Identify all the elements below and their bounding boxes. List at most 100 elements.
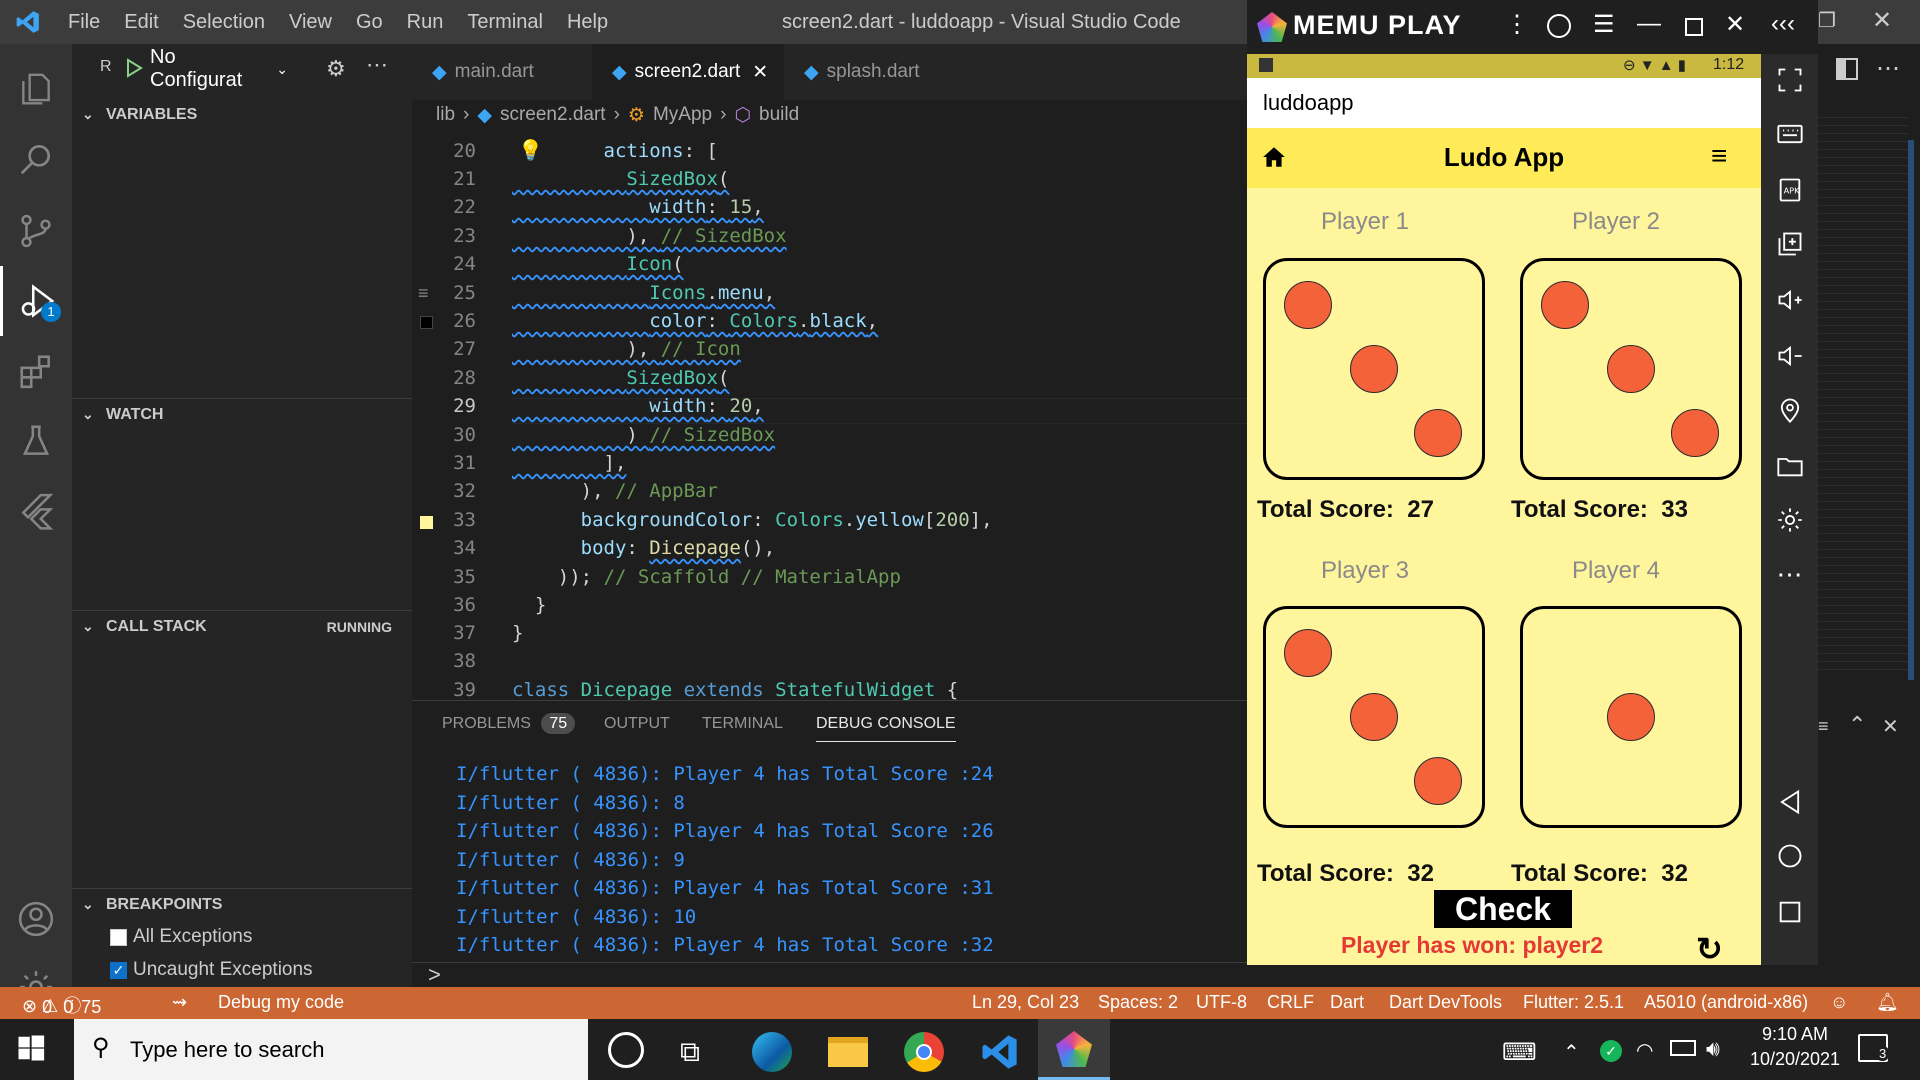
player-4-die[interactable] xyxy=(1520,606,1742,828)
testing-icon[interactable] xyxy=(0,406,72,476)
flutter-version[interactable]: Flutter: 2.5.1 xyxy=(1523,992,1624,1013)
file-explorer-icon[interactable] xyxy=(828,1037,868,1067)
vscode-restore-icon[interactable]: ❐ xyxy=(1818,8,1858,38)
check-button[interactable]: Check xyxy=(1434,890,1572,928)
run-debug-icon[interactable]: 1 xyxy=(0,266,72,336)
minimap[interactable] xyxy=(1818,110,1908,670)
memu-close-icon[interactable]: ✕ xyxy=(1725,10,1745,39)
edge-icon[interactable] xyxy=(752,1032,792,1072)
tab-splash-dart[interactable]: ◆ splash.dart xyxy=(784,44,974,100)
chrome-icon[interactable] xyxy=(904,1032,944,1072)
breadcrumb-item[interactable]: lib xyxy=(436,104,455,126)
location-icon[interactable] xyxy=(1761,390,1818,430)
refresh-icon[interactable]: ↻ xyxy=(1696,930,1723,968)
multi-window-icon[interactable] xyxy=(1761,224,1818,264)
notifications-bell-icon[interactable]: 🔔︎ xyxy=(1876,992,1899,1013)
debug-config-select[interactable]: No Configurat ⌄ xyxy=(150,46,288,91)
variables-section-header[interactable]: ⌄ VARIABLES xyxy=(72,100,412,130)
clock[interactable]: 9:10 AM 10/20/2021 xyxy=(1740,1024,1850,1070)
wifi-icon[interactable]: ◠ xyxy=(1636,1038,1653,1063)
tab-output[interactable]: OUTPUT xyxy=(604,715,670,733)
breadcrumb-item[interactable]: screen2.dart xyxy=(500,104,606,126)
memu-menu-icon[interactable]: ☰ xyxy=(1593,10,1615,39)
volume-icon[interactable]: 🔊︎ xyxy=(1706,1036,1720,1062)
eol[interactable]: CRLF xyxy=(1267,992,1314,1013)
watch-section-header[interactable]: ⌄ WATCH xyxy=(72,400,412,430)
problems-status[interactable]: ⊗ 0 ⚠ 0 ⓘ 75 xyxy=(22,992,101,1018)
start-debugging-icon[interactable] xyxy=(122,56,148,82)
more-actions-icon[interactable]: ⋯ xyxy=(366,52,388,78)
feedback-icon[interactable]: ☺ xyxy=(1830,992,1848,1013)
android-home-icon[interactable] xyxy=(1761,836,1818,876)
call-stack-section-header[interactable]: ⌄ CALL STACK RUNNING xyxy=(72,612,412,642)
breakpoints-section-header[interactable]: ⌄ BREAKPOINTS xyxy=(72,890,412,920)
android-recents-icon[interactable] xyxy=(1761,892,1818,932)
tab-screen2-dart[interactable]: ◆ screen2.dart ✕ xyxy=(592,44,784,100)
debug-status-icon[interactable]: ⇝ xyxy=(172,992,187,1013)
bp-all-exceptions[interactable]: All Exceptions xyxy=(110,926,252,948)
menu-edit[interactable]: Edit xyxy=(112,0,170,44)
console-prompt[interactable]: > xyxy=(428,962,441,988)
menu-file[interactable]: File xyxy=(56,0,112,44)
account-icon[interactable] xyxy=(0,884,72,954)
tab-main-dart[interactable]: ◆ main.dart xyxy=(412,44,592,100)
breadcrumb-item[interactable]: MyApp xyxy=(653,104,712,126)
windows-start-icon[interactable] xyxy=(16,1033,50,1067)
bp-uncaught-exceptions[interactable]: ✓ Uncaught Exceptions xyxy=(110,959,313,981)
close-tab-icon[interactable]: ✕ xyxy=(752,61,768,84)
checkbox-checked[interactable]: ✓ xyxy=(110,961,127,979)
android-back-icon[interactable] xyxy=(1761,782,1818,822)
menu-go[interactable]: Go xyxy=(344,0,395,44)
player-1-die[interactable] xyxy=(1263,258,1485,480)
fullscreen-icon[interactable] xyxy=(1761,60,1818,100)
vscode-taskbar-icon[interactable] xyxy=(980,1032,1020,1072)
extensions-icon[interactable] xyxy=(0,336,72,406)
more-tools-icon[interactable]: ⋯ xyxy=(1761,554,1818,594)
dart-devtools[interactable]: Dart DevTools xyxy=(1389,992,1502,1013)
memu-maximize-icon[interactable] xyxy=(1685,18,1703,36)
flutter-icon[interactable] xyxy=(0,476,72,546)
menu-view[interactable]: View xyxy=(277,0,344,44)
cortana-icon[interactable] xyxy=(608,1032,644,1068)
memu-taskbar-active[interactable] xyxy=(1038,1019,1110,1080)
memu-minimize-icon[interactable]: — xyxy=(1637,10,1661,38)
vscode-close-icon[interactable]: ✕ xyxy=(1872,6,1912,36)
breadcrumb-item[interactable]: build xyxy=(759,104,799,126)
language-mode[interactable]: Dart xyxy=(1330,992,1364,1013)
notification-center-icon[interactable]: 3 xyxy=(1858,1034,1890,1062)
menu-terminal[interactable]: Terminal xyxy=(455,0,555,44)
memu-more-icon[interactable]: ⋮ xyxy=(1505,10,1529,39)
debug-status[interactable]: Debug my code xyxy=(218,992,344,1013)
menu-selection[interactable]: Selection xyxy=(171,0,277,44)
apk-icon[interactable]: APK xyxy=(1761,170,1818,210)
security-check-icon[interactable]: ✓ xyxy=(1600,1040,1622,1062)
source-control-icon[interactable] xyxy=(0,196,72,266)
panel-clear-icon[interactable]: ≡ xyxy=(1818,716,1829,737)
menu-icon[interactable]: ≡ xyxy=(1711,140,1727,172)
debug-settings-gear-icon[interactable]: ⚙ xyxy=(326,56,346,82)
cursor-position[interactable]: Ln 29, Col 23 xyxy=(972,992,1079,1013)
search-icon[interactable] xyxy=(0,124,72,194)
menu-run[interactable]: Run xyxy=(395,0,456,44)
indent-spaces[interactable]: Spaces: 2 xyxy=(1098,992,1178,1013)
volume-up-icon[interactable] xyxy=(1761,280,1818,320)
tab-debug-console[interactable]: DEBUG CONSOLE xyxy=(816,715,956,742)
menu-help[interactable]: Help xyxy=(555,0,620,44)
tab-problems[interactable]: PROBLEMS 75 xyxy=(442,713,576,734)
battery-icon[interactable] xyxy=(1670,1040,1696,1056)
memu-collapse-icon[interactable]: ‹‹‹ xyxy=(1771,10,1795,38)
keyboard-icon[interactable] xyxy=(1761,114,1818,154)
device-selector[interactable]: A5010 (android-x86) xyxy=(1644,992,1808,1013)
split-editor-icon[interactable] xyxy=(1836,58,1858,80)
folder-icon[interactable] xyxy=(1761,446,1818,486)
memu-account-icon[interactable] xyxy=(1547,14,1571,38)
volume-down-icon[interactable] xyxy=(1761,336,1818,376)
settings-gear-icon[interactable] xyxy=(1761,500,1818,540)
encoding[interactable]: UTF-8 xyxy=(1196,992,1247,1013)
panel-close-icon[interactable]: ✕ xyxy=(1882,714,1899,739)
input-indicator-icon[interactable]: ⌨ xyxy=(1502,1038,1537,1067)
checkbox-unchecked[interactable] xyxy=(110,928,127,946)
editor-more-actions-icon[interactable]: ⋯ xyxy=(1876,54,1900,83)
panel-maximize-icon[interactable]: ⌃ xyxy=(1848,712,1866,738)
tab-terminal[interactable]: TERMINAL xyxy=(702,715,783,733)
